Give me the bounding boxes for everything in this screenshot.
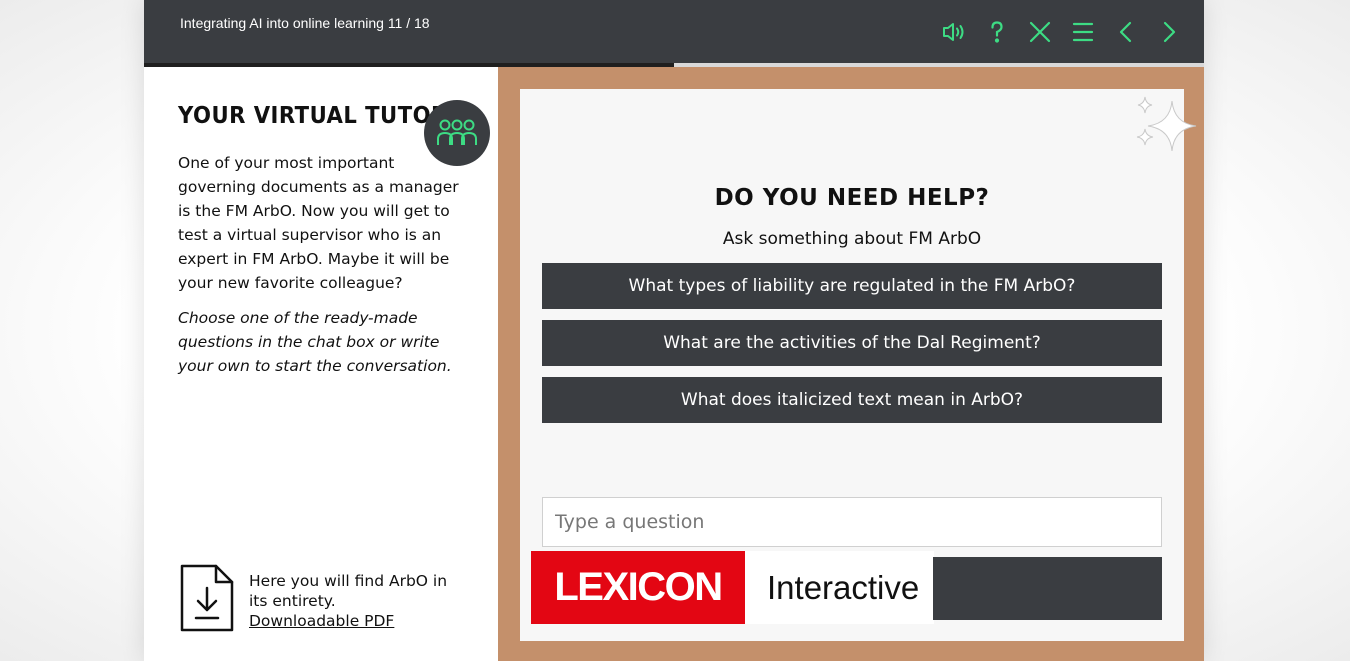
tutor-title: YOUR VIRTUAL TUTOR (178, 103, 448, 129)
suggested-question-button[interactable]: What are the activities of the Dal Regim… (542, 320, 1162, 366)
download-document-icon[interactable] (180, 564, 234, 632)
pdf-description: Here you will find ArbO in its entirety. (249, 572, 448, 610)
intro-text: One of your most important governing doc… (178, 154, 459, 292)
suggested-question-button[interactable]: What does italicized text mean in ArbO? (542, 377, 1162, 423)
course-title: Integrating AI into online learning 11 /… (180, 15, 430, 31)
tutor-info-panel: YOUR VIRTUAL TUTOR One of your most impo… (144, 67, 498, 661)
menu-icon[interactable] (1061, 16, 1104, 48)
close-icon[interactable] (1018, 16, 1061, 48)
lexicon-interactive-logo: LEXICON Interactive (531, 551, 934, 624)
toolbar (932, 16, 1190, 48)
chat-subtitle: Ask something about FM ArbO (722, 229, 982, 249)
chat-panel: DO YOU NEED HELP? Ask something about FM… (498, 67, 1204, 661)
chat-box: DO YOU NEED HELP? Ask something about FM… (520, 89, 1197, 641)
send-button[interactable] (933, 557, 1162, 620)
brand-interactive: Interactive (767, 568, 920, 606)
next-icon[interactable] (1147, 16, 1190, 48)
top-bar: Integrating AI into online learning 11 /… (144, 0, 1204, 63)
speaker-icon[interactable] (932, 16, 975, 48)
sparkle-icon (1136, 96, 1197, 152)
pdf-download-block: Here you will find ArbO in its entirety.… (249, 571, 469, 631)
help-icon[interactable] (975, 16, 1018, 48)
previous-icon[interactable] (1104, 16, 1147, 48)
instruction-text: Choose one of the ready-made questions i… (178, 309, 452, 375)
chat-title: DO YOU NEED HELP? (714, 185, 990, 211)
brand-lexicon: LEXICON (531, 551, 745, 624)
suggested-question-button[interactable]: What types of liability are regulated in… (542, 263, 1162, 309)
course-window: Integrating AI into online learning 11 /… (144, 0, 1204, 661)
question-input[interactable] (542, 497, 1162, 547)
download-pdf-link[interactable]: Downloadable PDF (249, 611, 394, 631)
